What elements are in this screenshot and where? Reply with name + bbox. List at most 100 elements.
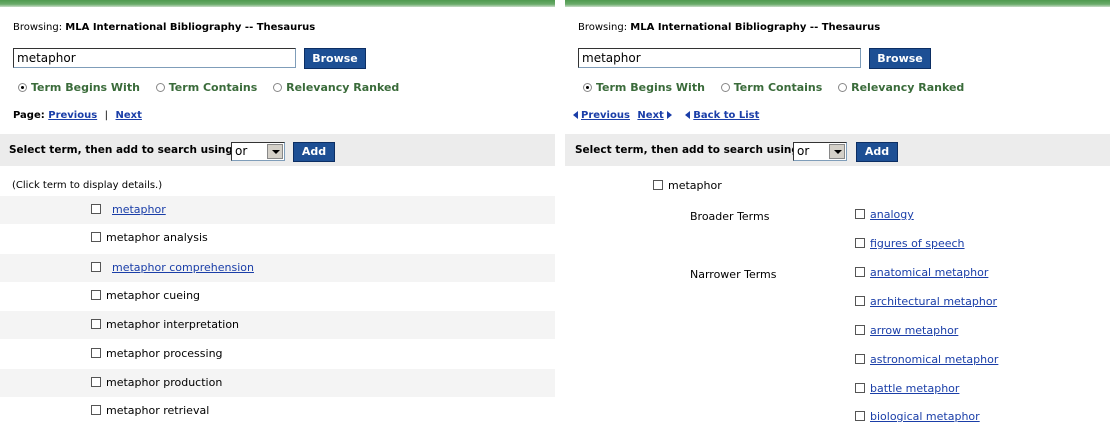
add-button[interactable]: Add: [856, 142, 898, 162]
next-link[interactable]: Next: [637, 110, 663, 121]
term-link[interactable]: battle metaphor: [870, 382, 959, 395]
narrower-term: battle metaphor: [855, 382, 959, 395]
list-item: metaphor cueing: [0, 282, 555, 310]
panel-gutter: [555, 0, 565, 426]
broader-term: figures of speech: [855, 237, 965, 250]
pager: Page: Previous | Next: [13, 110, 142, 121]
add-to-search-label: Select term, then add to search using:: [575, 144, 804, 156]
term-link[interactable]: biological metaphor: [870, 410, 980, 423]
add-to-search-bar: Select term, then add to search using: o…: [0, 134, 555, 166]
triangle-left-icon: [573, 111, 578, 119]
browse-button[interactable]: Browse: [869, 48, 931, 69]
top-accent-bar: [565, 0, 1110, 7]
back-to-list-link[interactable]: Back to List: [693, 110, 759, 121]
right-panel: Browsing: MLA International Bibliography…: [565, 0, 1110, 426]
term-link[interactable]: metaphor: [112, 203, 166, 216]
checkbox[interactable]: [91, 290, 101, 300]
browsing-database: MLA International Bibliography -- Thesau…: [630, 22, 881, 33]
narrower-term: astronomical metaphor: [855, 353, 998, 366]
checkbox[interactable]: [91, 405, 101, 415]
operator-select[interactable]: or: [231, 142, 285, 161]
browsing-database: MLA International Bibliography -- Thesau…: [65, 22, 316, 33]
term-link[interactable]: arrow metaphor: [870, 324, 958, 337]
radio-term-contains[interactable]: Term Contains: [720, 81, 822, 94]
narrower-term: anatomical metaphor: [855, 266, 988, 279]
search-mode-radios: Term Begins With Term Contains Relevancy…: [583, 81, 976, 94]
checkbox[interactable]: [855, 267, 865, 277]
pager-separator: |: [104, 110, 109, 121]
radio-icon: [273, 83, 283, 92]
term-link[interactable]: architectural metaphor: [870, 295, 997, 308]
click-term-hint: (Click term to display details.): [12, 180, 163, 191]
radio-selected-icon: [583, 83, 592, 92]
checkbox[interactable]: [91, 348, 101, 358]
checkbox[interactable]: [91, 377, 101, 387]
radio-selected-icon: [18, 83, 27, 92]
list-item: metaphor processing: [0, 340, 555, 368]
term-link[interactable]: anatomical metaphor: [870, 266, 988, 279]
radio-icon: [838, 83, 848, 92]
main-term: metaphor: [653, 179, 722, 192]
operator-select[interactable]: or: [793, 142, 847, 161]
checkbox[interactable]: [91, 232, 101, 242]
browsing-label: Browsing:: [13, 22, 63, 33]
term-link[interactable]: metaphor comprehension: [112, 261, 254, 274]
search-input[interactable]: metaphor: [578, 48, 861, 68]
add-button[interactable]: Add: [293, 142, 335, 162]
narrower-term: biological metaphor: [855, 410, 980, 423]
term-text: metaphor analysis: [106, 231, 208, 244]
list-item: metaphor analysis: [0, 224, 555, 252]
radio-term-begins-with[interactable]: Term Begins With: [18, 81, 140, 94]
previous-page-link[interactable]: Previous: [48, 110, 97, 121]
browse-button[interactable]: Browse: [304, 48, 366, 69]
browsing-line: Browsing: MLA International Bibliography…: [13, 22, 315, 33]
checkbox[interactable]: [653, 180, 663, 190]
browsing-label: Browsing:: [578, 22, 628, 33]
radio-term-contains[interactable]: Term Contains: [155, 81, 257, 94]
next-page-link[interactable]: Next: [116, 110, 142, 121]
radio-icon: [720, 83, 730, 92]
checkbox[interactable]: [855, 411, 865, 421]
list-item: metaphor production: [0, 369, 555, 397]
term-link[interactable]: figures of speech: [870, 237, 965, 250]
chevron-down-icon: [829, 144, 845, 159]
radio-relevancy-ranked[interactable]: Relevancy Ranked: [273, 81, 399, 94]
checkbox[interactable]: [855, 325, 865, 335]
checkbox[interactable]: [855, 238, 865, 248]
list-item: metaphor retrieval: [0, 397, 555, 425]
add-to-search-label: Select term, then add to search using:: [9, 144, 238, 156]
top-accent-bar: [0, 0, 555, 7]
left-panel: Browsing: MLA International Bibliography…: [0, 0, 555, 426]
checkbox[interactable]: [855, 209, 865, 219]
list-item: metaphor interpretation: [0, 311, 555, 339]
search-mode-radios: Term Begins With Term Contains Relevancy…: [18, 81, 411, 94]
term-text: metaphor retrieval: [106, 404, 210, 417]
narrower-terms-label: Narrower Terms: [690, 268, 777, 281]
radio-relevancy-ranked[interactable]: Relevancy Ranked: [838, 81, 964, 94]
list-item: metaphor: [0, 196, 555, 224]
checkbox[interactable]: [91, 319, 101, 329]
search-input[interactable]: metaphor: [13, 48, 296, 68]
chevron-down-icon: [267, 144, 283, 159]
term-text: metaphor production: [106, 376, 223, 389]
main-term-text: metaphor: [668, 179, 722, 192]
radio-icon: [155, 83, 165, 92]
radio-term-begins-with[interactable]: Term Begins With: [583, 81, 705, 94]
triangle-left-icon: [685, 111, 691, 119]
previous-link[interactable]: Previous: [581, 110, 630, 121]
checkbox[interactable]: [855, 354, 865, 364]
term-text: metaphor interpretation: [106, 318, 240, 331]
term-link[interactable]: astronomical metaphor: [870, 353, 998, 366]
checkbox[interactable]: [855, 296, 865, 306]
narrower-term: architectural metaphor: [855, 295, 997, 308]
checkbox[interactable]: [91, 204, 101, 214]
broader-term: analogy: [855, 208, 914, 221]
checkbox[interactable]: [91, 262, 101, 272]
list-item: metaphor comprehension: [0, 254, 555, 282]
page-label: Page:: [13, 110, 45, 121]
checkbox[interactable]: [855, 383, 865, 393]
term-link[interactable]: analogy: [870, 208, 914, 221]
add-to-search-bar: Select term, then add to search using: o…: [565, 134, 1110, 166]
triangle-right-icon: [666, 111, 672, 119]
broader-terms-label: Broader Terms: [690, 210, 770, 223]
